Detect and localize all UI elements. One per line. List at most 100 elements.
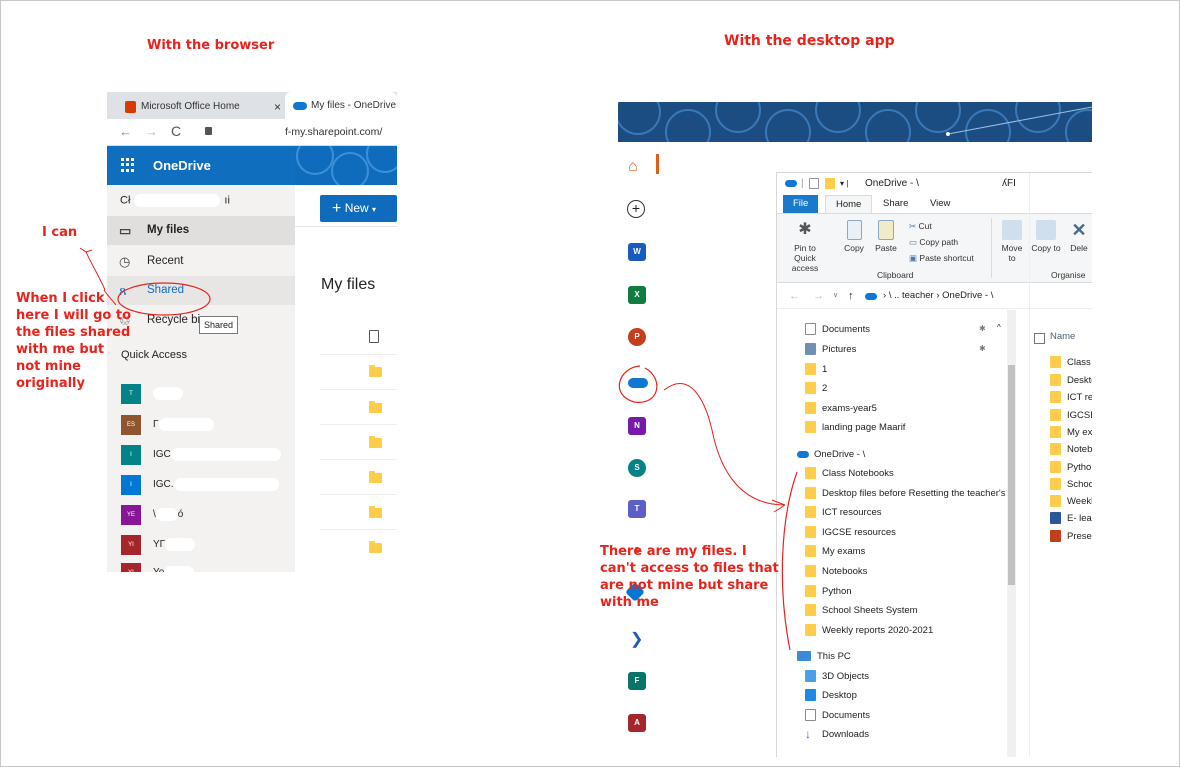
breadcrumb-item[interactable]: \ .. teacher — [889, 290, 934, 301]
tree-item-folder[interactable]: IGCSE resources — [805, 523, 896, 542]
sidebar-item-shared[interactable]: ጸ Shared — [107, 276, 295, 305]
select-all-checkbox[interactable] — [1034, 333, 1045, 344]
quick-access-label: IGC — [153, 449, 171, 460]
pin-to-quick-access-button[interactable]: ✱ Pin to Quick access — [783, 220, 827, 273]
tree-item-folder[interactable]: exams-year5 — [805, 399, 877, 418]
recent-locations-icon[interactable]: ∨ — [833, 283, 838, 309]
powerpoint-icon[interactable]: P — [628, 328, 646, 346]
create-icon[interactable]: + — [627, 200, 645, 218]
paste-shortcut-button[interactable]: ▣ Paste shortcut — [909, 250, 974, 266]
tab-office-home-label: Microsoft Office Home — [141, 101, 240, 112]
tree-item-folder[interactable]: ICT resources — [805, 503, 881, 522]
sidebar-item-my-files[interactable]: ▭ My files — [107, 216, 295, 245]
list-item[interactable]: E- lear — [1050, 510, 1092, 527]
tree-item-documents[interactable]: Documents — [805, 706, 870, 725]
word-icon[interactable]: W — [628, 243, 646, 261]
new-folder-icon[interactable] — [825, 178, 835, 189]
quick-access-item[interactable]: ES Γ — [121, 415, 214, 435]
tab-my-files[interactable]: My files - OneDrive — [285, 92, 397, 119]
tree-item-folder[interactable]: Weekly reports 2020-2021 — [805, 621, 933, 640]
list-item[interactable]: Noteb — [1050, 441, 1092, 458]
tree-item-this-pc[interactable]: This PC — [797, 647, 851, 666]
copy-button[interactable]: Copy — [841, 220, 867, 253]
list-item[interactable]: Deskto — [1050, 372, 1092, 389]
app-launcher-icon[interactable] — [121, 158, 135, 172]
folder-icon[interactable] — [369, 401, 382, 413]
tree-item-pictures[interactable]: Pictures — [805, 340, 856, 359]
sharepoint-icon[interactable]: S — [628, 459, 646, 477]
folder-icon[interactable] — [369, 471, 382, 483]
tree-item-folder[interactable]: Python — [805, 582, 852, 601]
tree-item-folder[interactable]: 2 — [805, 379, 827, 398]
properties-icon[interactable] — [809, 178, 819, 189]
quick-access-item[interactable]: YI YΓ — [121, 535, 196, 555]
tree-item-folder[interactable]: Class Notebooks — [805, 464, 894, 483]
tab-close-icon[interactable]: × — [274, 95, 281, 119]
quick-access-item[interactable]: I IGC — [121, 445, 281, 465]
teams-icon[interactable]: T — [628, 500, 646, 518]
tab-view[interactable]: View — [920, 195, 960, 213]
list-item[interactable]: ICT res — [1050, 389, 1092, 406]
breadcrumb-item[interactable]: OneDrive - \ — [942, 290, 993, 301]
paste-button[interactable]: Paste — [873, 220, 899, 253]
pin-icon[interactable]: ✱ — [979, 324, 986, 333]
list-item[interactable]: Weekl — [1050, 493, 1092, 510]
quick-access-toolbar-dropdown-icon[interactable]: ▾ | — [840, 173, 848, 195]
tab-office-home[interactable]: Microsoft Office Home × — [115, 95, 285, 119]
access-icon[interactable]: A — [628, 714, 646, 732]
move-to-button[interactable]: Move to — [997, 220, 1027, 263]
cut-button[interactable]: ✂ Cut — [909, 218, 974, 234]
scrollbar-thumb[interactable] — [1008, 365, 1015, 585]
forward-arrow-icon[interactable]: → — [145, 124, 158, 139]
folder-icon[interactable] — [369, 365, 382, 377]
back-arrow-icon[interactable]: ← — [119, 124, 132, 139]
tree-item-documents[interactable]: Documents — [805, 320, 870, 339]
folder-icon[interactable] — [369, 436, 382, 448]
copy-path-button[interactable]: ▭ Copy path — [909, 234, 974, 250]
app-name[interactable]: OneDrive — [153, 158, 211, 173]
scroll-up-icon[interactable]: ^ — [997, 323, 1001, 332]
new-button[interactable]: + New ▾ — [320, 195, 397, 222]
list-item[interactable]: Preser — [1050, 528, 1092, 545]
sidebar-item-recent[interactable]: ◷ Recent — [107, 247, 295, 276]
onenote-icon[interactable]: N — [628, 417, 646, 435]
breadcrumb[interactable]: › \ .. teacher › OneDrive - \ — [883, 283, 993, 309]
folder-icon[interactable] — [369, 541, 382, 553]
tab-home[interactable]: Home — [825, 195, 873, 213]
tree-item-folder[interactable]: Desktop files before Resetting the teach… — [805, 484, 1005, 503]
quick-access-item[interactable]: YE \ ó — [121, 505, 183, 525]
excel-icon[interactable]: X — [628, 286, 646, 304]
list-item[interactable]: Pytho — [1050, 459, 1091, 476]
tree-item-folder[interactable]: Notebooks — [805, 562, 867, 581]
copy-icon — [846, 220, 862, 240]
tree-item-desktop[interactable]: Desktop — [805, 686, 857, 705]
tree-item-folder[interactable]: School Sheets System — [805, 601, 918, 620]
forms-icon[interactable]: F — [628, 672, 646, 690]
tree-scrollbar[interactable] — [1007, 310, 1016, 757]
name-column-header[interactable]: Name — [1050, 331, 1075, 342]
home-icon[interactable]: ⌂ — [628, 158, 638, 176]
list-item[interactable]: My ex — [1050, 424, 1092, 441]
tree-item-onedrive[interactable]: OneDrive - \ — [797, 445, 865, 464]
onedrive-icon[interactable] — [628, 378, 648, 388]
quick-access-item[interactable]: I IGC. — [121, 475, 279, 495]
list-item[interactable]: Class I — [1050, 354, 1092, 371]
pin-icon[interactable]: ✱ — [979, 344, 986, 353]
up-arrow-icon[interactable]: ↑ — [848, 283, 854, 309]
list-item[interactable]: Schoo — [1050, 476, 1092, 493]
quick-access-item[interactable]: YI Yo — [121, 563, 195, 572]
list-item[interactable]: IGCSE — [1050, 407, 1092, 424]
power-automate-icon[interactable]: ❯ — [630, 629, 643, 649]
tree-item-folder[interactable]: landing page Maarif — [805, 418, 905, 437]
tree-item-folder[interactable]: My exams — [805, 542, 865, 561]
forward-arrow-icon[interactable]: → — [813, 283, 824, 309]
tab-file[interactable]: File — [783, 195, 819, 213]
tree-item-downloads[interactable]: ↓ Downloads — [805, 725, 869, 744]
url-text[interactable]: f-my.sharepoint.com/ — [285, 126, 382, 138]
tab-share[interactable]: Share — [873, 195, 918, 213]
back-arrow-icon[interactable]: ← — [789, 283, 800, 309]
tree-item-folder[interactable]: 1 — [805, 360, 827, 379]
folder-icon[interactable] — [369, 506, 382, 518]
reload-icon[interactable]: C — [171, 123, 181, 139]
tree-item-3d-objects[interactable]: 3D Objects — [805, 667, 869, 686]
